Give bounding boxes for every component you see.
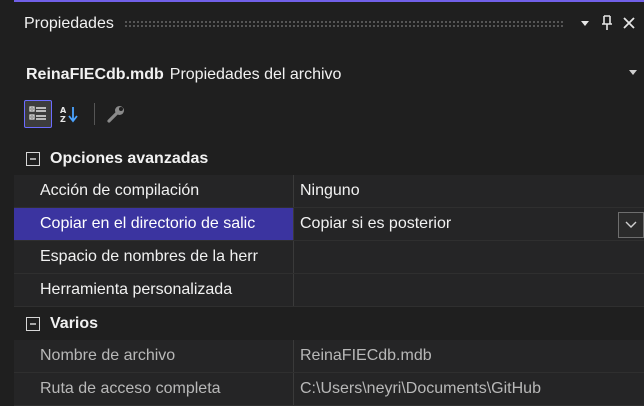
collapse-toggle-icon[interactable] bbox=[26, 151, 40, 166]
properties-toolbar: A Z bbox=[24, 98, 133, 130]
chevron-down-icon[interactable] bbox=[628, 66, 638, 80]
property-value[interactable]: ReinaFIECdb.mdb bbox=[294, 340, 644, 372]
property-value[interactable] bbox=[294, 274, 644, 306]
category-label: Opciones avanzadas bbox=[50, 149, 209, 167]
panel-title: Propiedades bbox=[24, 15, 114, 32]
category-label: Varios bbox=[50, 314, 99, 332]
object-description: Propiedades del archivo bbox=[169, 66, 342, 83]
window-position-dropdown-icon[interactable] bbox=[574, 16, 596, 32]
panel-titlebar: Propiedades bbox=[14, 8, 644, 40]
object-selector[interactable]: ReinaFIECdb.mdb Propiedades del archivo bbox=[14, 60, 644, 90]
collapse-toggle-icon[interactable] bbox=[26, 316, 40, 331]
category-varios[interactable]: Varios bbox=[14, 307, 644, 340]
close-icon[interactable] bbox=[618, 13, 640, 36]
property-name: Ruta de acceso completa bbox=[14, 373, 294, 405]
auto-hide-pin-icon[interactable] bbox=[596, 14, 618, 34]
category-opciones-avanzadas[interactable]: Opciones avanzadas bbox=[14, 142, 644, 175]
property-value[interactable]: Ninguno bbox=[294, 175, 644, 207]
property-row-full-path[interactable]: Ruta de acceso completa C:\Users\neyri\D… bbox=[14, 373, 644, 406]
svg-text:Z: Z bbox=[60, 115, 66, 123]
property-pages-wrench-icon[interactable] bbox=[103, 101, 129, 127]
property-name: Acción de compilación bbox=[14, 175, 294, 207]
property-row-build-action[interactable]: Acción de compilación Ninguno bbox=[14, 175, 644, 208]
toolbar-separator bbox=[94, 103, 95, 125]
drag-grip[interactable] bbox=[123, 20, 564, 28]
value-dropdown-button[interactable] bbox=[618, 212, 644, 238]
property-value[interactable] bbox=[294, 241, 644, 273]
property-name: Espacio de nombres de la herr bbox=[14, 241, 294, 273]
property-name: Copiar en el directorio de salic bbox=[14, 208, 294, 240]
property-row-custom-tool-namespace[interactable]: Espacio de nombres de la herr bbox=[14, 241, 644, 274]
categorized-view-icon[interactable] bbox=[24, 100, 52, 128]
property-name: Nombre de archivo bbox=[14, 340, 294, 372]
property-row-custom-tool[interactable]: Herramienta personalizada bbox=[14, 274, 644, 307]
object-name: ReinaFIECdb.mdb bbox=[26, 66, 164, 83]
property-row-file-name[interactable]: Nombre de archivo ReinaFIECdb.mdb bbox=[14, 340, 644, 373]
property-row-copy-to-output[interactable]: Copiar en el directorio de salic Copiar … bbox=[14, 208, 644, 241]
property-name: Herramienta personalizada bbox=[14, 274, 294, 306]
property-value[interactable]: C:\Users\neyri\Documents\GitHub bbox=[294, 373, 644, 405]
properties-panel: Propiedades ReinaFIECdb.mdb Propiedades … bbox=[14, 0, 644, 406]
property-grid: Opciones avanzadas Acción de compilación… bbox=[14, 142, 644, 406]
alphabetical-sort-icon[interactable]: A Z bbox=[56, 101, 82, 127]
svg-text:A: A bbox=[60, 106, 67, 115]
property-value[interactable]: Copiar si es posterior bbox=[294, 208, 644, 240]
